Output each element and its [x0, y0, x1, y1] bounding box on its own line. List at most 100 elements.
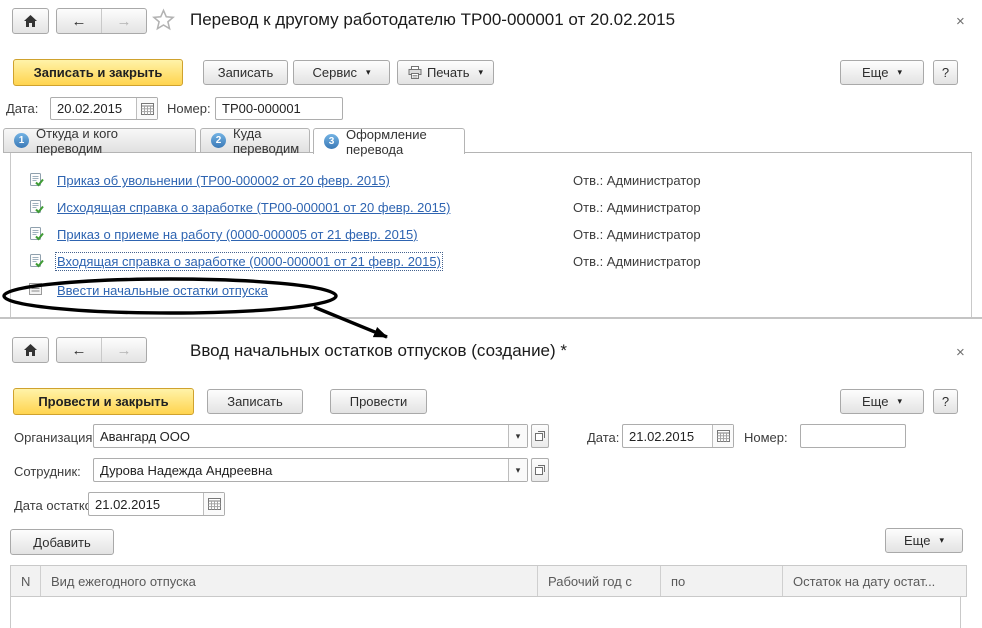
- chevron-down-icon: ▾: [479, 68, 484, 77]
- window-title: Перевод к другому работодателю ТР00-0000…: [190, 10, 675, 30]
- tab-label: Куда переводим: [233, 126, 299, 156]
- open-in-window-icon: [534, 464, 546, 476]
- help-label: ?: [942, 65, 949, 80]
- employee-dropdown-button[interactable]: ▾: [508, 459, 527, 481]
- close-icon[interactable]: ×: [956, 345, 965, 360]
- employee-label: Сотрудник:: [14, 464, 81, 479]
- save-label: Записать: [227, 394, 283, 409]
- employee-field: ▾: [93, 458, 528, 482]
- number-field: [215, 97, 343, 120]
- doc-number-label: Номер:: [744, 430, 788, 445]
- number-input[interactable]: [216, 98, 342, 119]
- tab-from-whom[interactable]: 1 Откуда и кого переводим: [3, 128, 196, 153]
- doc-number-field: [800, 424, 906, 448]
- transfer-document-window: ← → Перевод к другому работодателю ТР00-…: [0, 0, 982, 317]
- post-button[interactable]: Провести: [330, 389, 427, 414]
- post-and-close-label: Провести и закрыть: [38, 394, 168, 409]
- balance-date-input[interactable]: [89, 493, 203, 515]
- calendar-button[interactable]: [136, 98, 157, 119]
- calendar-icon: [208, 498, 221, 510]
- column-header-work-year-from[interactable]: Рабочий год с: [538, 566, 661, 596]
- organization-input[interactable]: [94, 425, 508, 447]
- document-posted-icon: [28, 172, 44, 191]
- open-in-window-icon: [534, 430, 546, 442]
- doc-date-input[interactable]: [623, 425, 712, 447]
- vacation-table-body[interactable]: [10, 597, 961, 628]
- employee-open-button[interactable]: [531, 458, 549, 482]
- vacation-table-header: N Вид ежегодного отпуска Рабочий год с п…: [10, 565, 967, 597]
- step-2-badge: 2: [211, 133, 226, 148]
- more-label: Еще: [862, 394, 888, 409]
- print-menu-button[interactable]: Печать ▾: [397, 60, 494, 85]
- chevron-down-icon: ▾: [897, 397, 902, 406]
- date-input[interactable]: [51, 98, 136, 119]
- more-label: Еще: [904, 533, 930, 548]
- incoming-earnings-certificate-link[interactable]: Входящая справка о заработке (0000-00000…: [57, 254, 441, 269]
- tab-to-where[interactable]: 2 Куда переводим: [200, 128, 310, 153]
- list-document-icon: [28, 282, 43, 299]
- number-label: Номер:: [167, 101, 211, 116]
- hiring-order-link[interactable]: Приказ о приеме на работу (0000-000005 о…: [57, 227, 418, 242]
- chevron-down-icon: ▾: [939, 536, 944, 545]
- organization-label: Организация:: [14, 430, 96, 445]
- chevron-down-icon: ▾: [516, 465, 521, 476]
- forward-button[interactable]: →: [101, 9, 146, 33]
- more-button[interactable]: Еще ▾: [840, 389, 924, 414]
- column-header-work-year-to[interactable]: по: [661, 566, 783, 596]
- more-button[interactable]: Еще ▾: [840, 60, 924, 85]
- back-button[interactable]: ←: [57, 9, 101, 33]
- save-button[interactable]: Записать: [207, 389, 303, 414]
- date-label: Дата:: [6, 101, 38, 116]
- post-and-close-button[interactable]: Провести и закрыть: [13, 388, 194, 415]
- help-button[interactable]: ?: [933, 389, 958, 414]
- help-button[interactable]: ?: [933, 60, 958, 85]
- save-button[interactable]: Записать: [203, 60, 288, 85]
- organization-open-button[interactable]: [531, 424, 549, 448]
- history-nav: ← →: [56, 337, 147, 363]
- post-label: Провести: [350, 394, 408, 409]
- balance-date-field: [88, 492, 225, 516]
- outgoing-earnings-certificate-link[interactable]: Исходящая справка о заработке (ТР00-0000…: [57, 200, 450, 215]
- calendar-button[interactable]: [203, 493, 224, 515]
- chevron-down-icon: ▾: [516, 431, 521, 442]
- date-field: [50, 97, 158, 120]
- printer-icon: [408, 66, 422, 79]
- home-icon: [23, 14, 38, 28]
- chevron-down-icon: ▾: [897, 68, 902, 77]
- step-1-badge: 1: [14, 133, 29, 148]
- service-menu-button[interactable]: Сервис ▾: [293, 60, 390, 85]
- employee-input[interactable]: [94, 459, 508, 481]
- column-header-vacation-type[interactable]: Вид ежегодного отпуска: [41, 566, 538, 596]
- table-more-button[interactable]: Еще ▾: [885, 528, 963, 553]
- tab-transfer-registration[interactable]: 3 Оформление перевода: [313, 128, 465, 154]
- history-nav: ← →: [56, 8, 147, 34]
- calendar-icon: [717, 430, 730, 442]
- home-icon: [23, 343, 38, 357]
- save-label: Записать: [218, 65, 274, 80]
- organization-field: ▾: [93, 424, 528, 448]
- column-header-balance[interactable]: Остаток на дату остат...: [783, 566, 966, 596]
- calendar-icon: [141, 103, 154, 115]
- window-title: Ввод начальных остатков отпусков (создан…: [190, 341, 567, 361]
- home-button[interactable]: [12, 8, 49, 34]
- doc-number-input[interactable]: [801, 425, 905, 447]
- more-label: Еще: [862, 65, 888, 80]
- dismissal-order-link[interactable]: Приказ об увольнении (ТР00-000002 от 20 …: [57, 173, 390, 188]
- add-row-button[interactable]: Добавить: [10, 529, 114, 555]
- save-and-close-button[interactable]: Записать и закрыть: [13, 59, 183, 86]
- document-posted-icon: [28, 199, 44, 218]
- favorite-star-icon[interactable]: [152, 8, 175, 34]
- step-3-badge: 3: [324, 134, 339, 149]
- responsible-label: Отв.: Администратор: [573, 173, 701, 188]
- calendar-button[interactable]: [712, 425, 733, 447]
- service-label: Сервис: [312, 65, 357, 80]
- doc-date-label: Дата:: [587, 430, 619, 445]
- enter-initial-vacation-balances-link[interactable]: Ввести начальные остатки отпуска: [57, 283, 268, 298]
- save-and-close-label: Записать и закрыть: [34, 65, 163, 80]
- forward-button[interactable]: →: [101, 338, 146, 362]
- close-icon[interactable]: ×: [956, 14, 965, 29]
- back-button[interactable]: ←: [57, 338, 101, 362]
- home-button[interactable]: [12, 337, 49, 363]
- organization-dropdown-button[interactable]: ▾: [508, 425, 527, 447]
- column-header-n[interactable]: N: [11, 566, 41, 596]
